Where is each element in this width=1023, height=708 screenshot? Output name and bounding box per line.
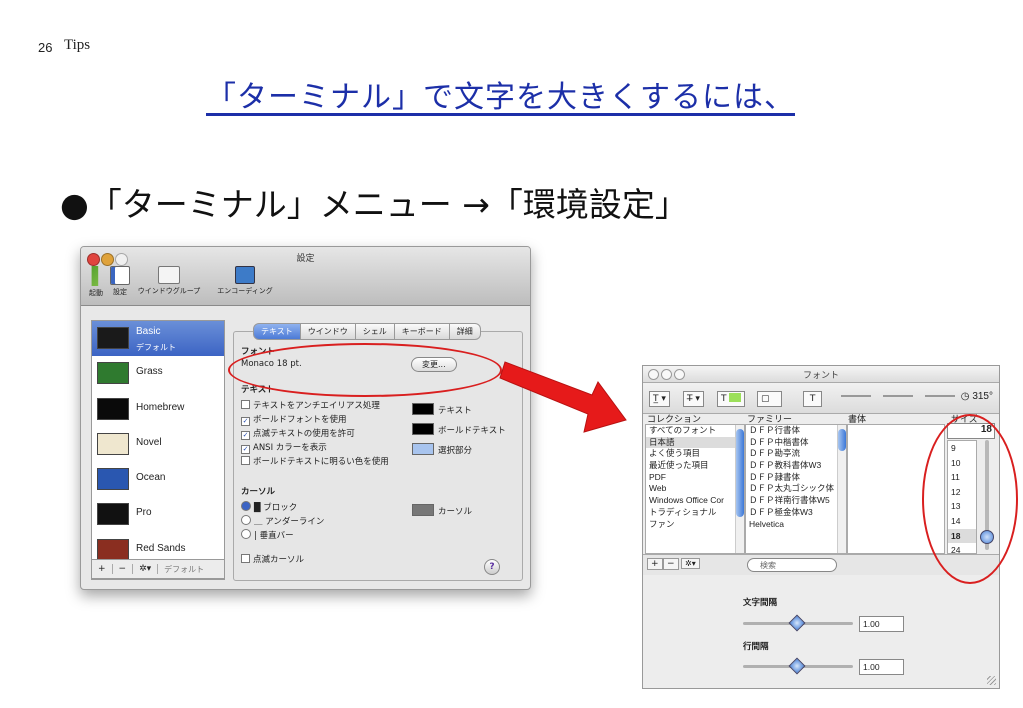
family-item[interactable]: ＤＦＰ極金体W3 xyxy=(746,507,846,519)
char-spacing-knob[interactable] xyxy=(788,614,806,632)
collection-scrollbar[interactable] xyxy=(735,425,744,553)
collection-item[interactable]: Web xyxy=(646,483,744,495)
line-spacing-value[interactable]: 1.00 xyxy=(859,659,904,675)
font-window-titlebar: フォント xyxy=(643,366,999,383)
gear-icon[interactable]: ✲▾ xyxy=(681,558,700,569)
add-collection-button[interactable]: + xyxy=(647,558,663,570)
family-item[interactable]: ＤＦＰ中楷書体 xyxy=(746,437,846,449)
collection-item[interactable]: 最近使った項目 xyxy=(646,460,744,472)
collection-item[interactable]: PDF xyxy=(646,472,744,484)
collection-item[interactable]: トラディショナル xyxy=(646,507,744,519)
char-spacing-label: 文字間隔 xyxy=(743,598,778,608)
collection-item[interactable]: すべてのフォント xyxy=(646,425,744,437)
family-scrollbar[interactable] xyxy=(837,425,846,553)
text-color-icon[interactable]: T xyxy=(717,391,746,407)
font-search-input[interactable]: 検索 xyxy=(747,558,837,572)
underline-icon[interactable]: T̲ ▾ xyxy=(649,391,670,407)
font-window-title: フォント xyxy=(802,371,839,381)
family-item[interactable]: ＤＦＰ祥南行書体W5 xyxy=(746,495,846,507)
shadow-opacity-slider[interactable] xyxy=(841,395,871,397)
font-effects-toolbar: T̲ ▾ T̶ ▾ T ▢ T ◷ 315° xyxy=(643,383,999,414)
rotation-value[interactable]: ◷ 315° xyxy=(961,391,993,402)
shadow-icon[interactable]: T xyxy=(803,391,823,407)
line-spacing-label: 行間隔 xyxy=(743,642,769,652)
family-item[interactable]: ＤＦＰ隷書体 xyxy=(746,472,846,484)
document-color-icon[interactable]: ▢ xyxy=(757,391,783,407)
resize-grip[interactable] xyxy=(987,676,996,685)
char-spacing-value[interactable]: 1.00 xyxy=(859,616,904,632)
family-item[interactable]: ＤＦＰ太丸ゴシック体 xyxy=(746,483,846,495)
strikethrough-icon[interactable]: T̶ ▾ xyxy=(683,391,704,407)
collection-list[interactable]: すべてのフォント 日本語 よく使う項目 最近使った項目 PDF Web Windows Of… xyxy=(645,424,745,554)
line-spacing-knob[interactable] xyxy=(788,657,806,675)
collection-item[interactable]: ファン xyxy=(646,519,744,531)
remove-collection-button[interactable]: − xyxy=(663,558,679,570)
shadow-blur-slider[interactable] xyxy=(883,395,913,397)
family-item[interactable]: ＤＦＰ勘亭流 xyxy=(746,448,846,460)
family-item[interactable]: ＤＦＰ行書体 xyxy=(746,425,846,437)
size-highlight-oval xyxy=(922,414,1018,584)
family-item[interactable]: Helvetica xyxy=(746,519,846,531)
family-item[interactable]: ＤＦＰ教科書体W3 xyxy=(746,460,846,472)
family-list[interactable]: ＤＦＰ行書体 ＤＦＰ中楷書体 ＤＦＰ勘亭流 ＤＦＰ教科書体W3 ＤＦＰ隷書体 ＤＦＰ太丸ゴ… xyxy=(745,424,847,554)
shadow-offset-slider[interactable] xyxy=(925,395,955,397)
collection-item[interactable]: よく使う項目 xyxy=(646,448,744,460)
collection-item[interactable]: 日本語 xyxy=(646,436,744,449)
collection-item[interactable]: Windows Office Cor xyxy=(646,495,744,507)
